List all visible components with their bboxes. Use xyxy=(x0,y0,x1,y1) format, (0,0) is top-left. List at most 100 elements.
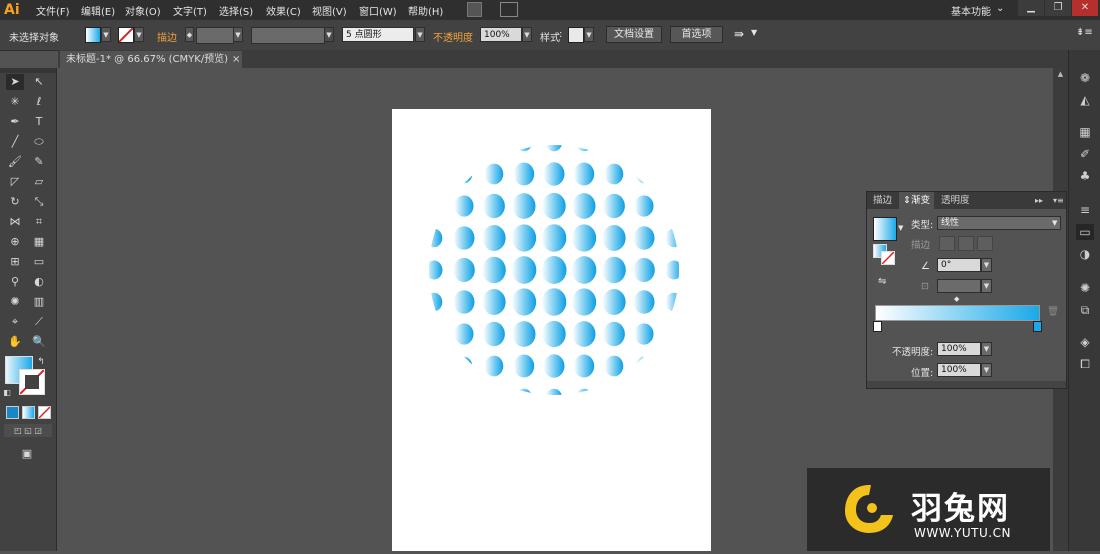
variable-width-field[interactable] xyxy=(251,27,325,44)
slice-tool-icon[interactable]: ⟋ xyxy=(30,314,48,330)
default-colors-icon[interactable]: ◧ xyxy=(2,385,12,401)
panel-menu-icon[interactable]: ⇟≡ xyxy=(1076,27,1093,38)
perspective-grid-tool-icon[interactable]: ▦ xyxy=(30,234,48,250)
pencil-tool-icon[interactable]: ✎ xyxy=(30,154,48,170)
layers-icon[interactable]: ◈ xyxy=(1076,334,1094,350)
ellipse-tool-icon[interactable]: ⬭ xyxy=(30,134,48,150)
color-panel-icon[interactable]: ◭ xyxy=(1076,92,1094,108)
panel-resize-handle[interactable] xyxy=(867,381,1066,388)
minimize-button[interactable]: ▁ xyxy=(1018,0,1044,16)
menu-type[interactable]: 文字(T) xyxy=(173,3,207,18)
color-guide-icon[interactable]: ❁ xyxy=(1076,70,1094,86)
transparency-panel-icon[interactable]: ◑ xyxy=(1076,246,1094,262)
none-mode-icon[interactable] xyxy=(38,406,51,419)
arrange-documents-icon[interactable] xyxy=(500,2,518,17)
menu-file[interactable]: 文件(F) xyxy=(36,3,70,18)
brush-definition[interactable]: 5 点圆形 xyxy=(342,27,414,42)
mesh-tool-icon[interactable]: ⊞ xyxy=(6,254,24,270)
document-tab[interactable]: 未标题-1* @ 66.67% (CMYK/预览) × xyxy=(60,51,242,68)
swap-colors-icon[interactable]: ↰ xyxy=(36,354,46,370)
menu-window[interactable]: 窗口(W) xyxy=(359,3,397,18)
opacity-label[interactable]: 不透明度 xyxy=(433,29,473,44)
direct-selection-tool-icon[interactable]: ↖ xyxy=(30,74,48,90)
stop-opacity-input[interactable]: 100% xyxy=(937,342,981,356)
menu-help[interactable]: 帮助(H) xyxy=(408,3,443,18)
close-tab-icon[interactable]: × xyxy=(232,51,240,68)
fill-swatch[interactable] xyxy=(85,27,101,43)
rotate-tool-icon[interactable]: ↻ xyxy=(6,194,24,210)
gradient-slider[interactable] xyxy=(875,305,1040,321)
swatches-icon[interactable]: ▦ xyxy=(1076,124,1094,140)
menu-view[interactable]: 视图(V) xyxy=(312,3,347,18)
align-icon[interactable]: ⇛ xyxy=(734,27,744,41)
chevron-down-icon[interactable]: ▼ xyxy=(101,27,111,42)
column-graph-tool-icon[interactable]: ▥ xyxy=(30,294,48,310)
angle-input[interactable]: 0° xyxy=(937,258,981,272)
chevron-down-icon[interactable]: ▼ xyxy=(415,27,425,42)
chevron-down-icon[interactable]: ▼ xyxy=(233,27,243,42)
type-tool-icon[interactable]: T xyxy=(30,114,48,130)
scroll-up-icon[interactable]: ▲ xyxy=(1055,70,1066,80)
graphic-styles-icon[interactable]: ⧉ xyxy=(1076,302,1094,318)
symbol-sprayer-tool-icon[interactable]: ✺ xyxy=(6,294,24,310)
maximize-button[interactable]: ❐ xyxy=(1045,0,1071,16)
zoom-tool-icon[interactable]: 🔍 xyxy=(30,334,48,350)
workspace-switcher[interactable]: 基本功能 xyxy=(951,3,991,18)
color-mode-icon[interactable] xyxy=(6,406,19,419)
stroke-stepper[interactable]: ◆ xyxy=(185,27,194,42)
chevron-down-icon[interactable]: ▼ xyxy=(981,258,992,272)
reverse-gradient-icon[interactable]: ⇋ xyxy=(878,276,886,287)
artboard-tool-icon[interactable]: ⌖ xyxy=(6,314,24,330)
stroke-color-box[interactable] xyxy=(19,369,45,395)
gradient-tool-icon[interactable]: ▭ xyxy=(30,254,48,270)
stroke-panel-icon[interactable]: ≡ xyxy=(1076,202,1094,218)
menu-effect[interactable]: 效果(C) xyxy=(266,3,301,18)
chevron-down-icon[interactable]: ▼ xyxy=(981,342,992,356)
graphic-style-swatch[interactable] xyxy=(568,27,584,43)
gradient-stop-start[interactable] xyxy=(873,321,882,332)
symbols-icon[interactable]: ♣ xyxy=(1076,168,1094,184)
gradient-stop-end[interactable] xyxy=(1033,321,1042,332)
gradient-type-select[interactable]: 线性 xyxy=(937,216,1061,230)
brushes-icon[interactable]: ✐ xyxy=(1076,146,1094,162)
tab-transparency[interactable]: 透明度 xyxy=(937,192,974,209)
eyedropper-tool-icon[interactable]: ⚲ xyxy=(6,274,24,290)
gradient-panel-icon[interactable]: ▭ xyxy=(1076,224,1094,240)
artboards-icon[interactable]: ⧠ xyxy=(1076,356,1094,372)
free-transform-tool-icon[interactable]: ⌗ xyxy=(30,214,48,230)
shape-builder-tool-icon[interactable]: ⊕ xyxy=(6,234,24,250)
preferences-button[interactable]: 首选项 xyxy=(670,26,723,43)
document-setup-button[interactable]: 文档设置 xyxy=(606,26,662,43)
collapse-panel-icon[interactable]: ▸▸ xyxy=(1031,192,1047,209)
chevron-down-icon[interactable]: ▼ xyxy=(584,27,594,42)
gradient-mode-icon[interactable] xyxy=(22,406,35,419)
stroke-mini-icon[interactable] xyxy=(881,251,895,265)
width-tool-icon[interactable]: ⋈ xyxy=(6,214,24,230)
scale-tool-icon[interactable]: ⤡ xyxy=(30,194,48,210)
hand-tool-icon[interactable]: ✋ xyxy=(6,334,24,350)
blend-tool-icon[interactable]: ◐ xyxy=(30,274,48,290)
chevron-down-icon[interactable]: ▼ xyxy=(134,27,144,42)
close-window-button[interactable]: ✕ xyxy=(1072,0,1098,16)
selection-tool-icon[interactable]: ➤ xyxy=(6,74,24,90)
magic-wand-tool-icon[interactable]: ✳ xyxy=(6,94,24,110)
pen-tool-icon[interactable]: ✒ xyxy=(6,114,24,130)
gradient-preview-swatch[interactable] xyxy=(873,217,897,241)
chevron-down-icon[interactable]: ⌄ xyxy=(996,3,1004,14)
chevron-down-icon[interactable]: ▼ xyxy=(898,224,903,232)
chevron-down-icon[interactable]: ▼ xyxy=(751,28,757,37)
line-tool-icon[interactable]: ╱ xyxy=(6,134,24,150)
paintbrush-tool-icon[interactable]: 🖌 xyxy=(6,154,24,170)
eraser-tool-icon[interactable]: ▱ xyxy=(30,174,48,190)
appearance-panel-icon[interactable]: ✺ xyxy=(1076,280,1094,296)
menu-select[interactable]: 选择(S) xyxy=(219,3,253,18)
stroke-weight-field[interactable] xyxy=(196,27,234,44)
chevron-down-icon[interactable]: ▼ xyxy=(324,27,334,42)
lasso-tool-icon[interactable]: ℓ xyxy=(30,94,48,110)
menu-object[interactable]: 对象(O) xyxy=(125,3,161,18)
blob-brush-tool-icon[interactable]: ◸ xyxy=(6,174,24,190)
chevron-down-icon[interactable]: ▼ xyxy=(981,363,992,377)
stroke-label[interactable]: 描边 xyxy=(157,29,177,44)
tab-stroke[interactable]: 描边 xyxy=(869,192,896,209)
bridge-icon[interactable] xyxy=(467,2,482,17)
